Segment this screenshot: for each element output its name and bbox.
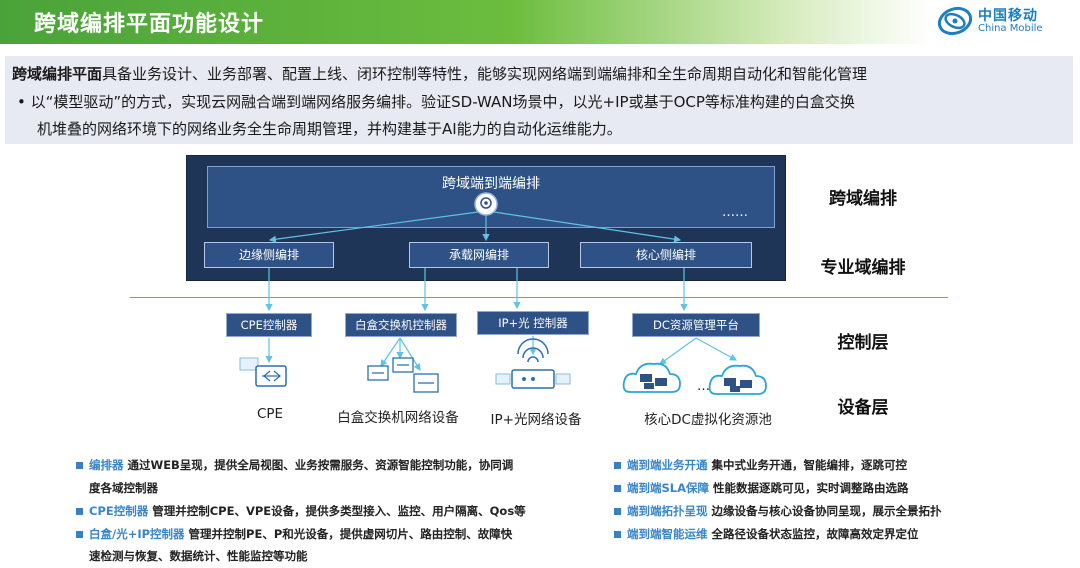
bullet-right-2-text: 性能数据逐跳可见，实时调整路由选路 bbox=[709, 481, 909, 495]
bullet-right-3-text: 边缘设备与核心设备协同呈现，展示全景拓扑 bbox=[707, 504, 942, 518]
bullet-square bbox=[76, 462, 83, 469]
diagram-connectors bbox=[239, 192, 767, 395]
cpe-device-icon bbox=[239, 357, 287, 387]
bullet-left-3-text: 管理并控制CPE、VPE设备，提供多类型接入、监控、用户隔离、Qos等 bbox=[148, 504, 526, 518]
bullet-square bbox=[614, 462, 621, 469]
bullet-left-2: 度各域控制器 bbox=[89, 480, 158, 496]
bullet-square bbox=[614, 508, 621, 515]
bullet-square bbox=[76, 531, 83, 538]
bullet-left-1-key: 编排器 bbox=[89, 458, 124, 472]
bullet-right-2: 端到端SLA保障 性能数据逐跳可见，实时调整路由选路 bbox=[627, 480, 909, 496]
bullet-left-4-key: 白盒/光+IP控制器 bbox=[89, 527, 185, 541]
bullet-left-1: 编排器 通过WEB呈现，提供全局视图、业务按需服务、资源智能控制功能，协同调 bbox=[89, 457, 513, 473]
bullet-right-1-text: 集中式业务开通，智能编排，逐跳可控 bbox=[707, 458, 908, 472]
controller-links bbox=[265, 268, 688, 312]
bullet-right-4: 端到端智能运维 全路径设备状态监控，故障高效定界定位 bbox=[627, 526, 919, 542]
dc-cloud-icon-1 bbox=[622, 362, 681, 393]
dc-cloud-icon-2 bbox=[708, 364, 767, 395]
bullet-left-5: 速检测与恢复、数据统计、性能监控等功能 bbox=[89, 548, 308, 564]
bullet-right-1-key: 端到端业务开通 bbox=[627, 458, 708, 472]
bullet-right-1: 端到端业务开通 集中式业务开通，智能编排，逐跳可控 bbox=[627, 457, 907, 473]
bullet-left-1-text: 通过WEB呈现，提供全局视图、业务按需服务、资源智能控制功能，协同调 bbox=[123, 458, 514, 472]
bullet-right-4-key: 端到端智能运维 bbox=[627, 527, 708, 541]
bullet-right-3: 端到端拓扑呈现 边缘设备与核心设备协同呈现，展示全景拓扑 bbox=[627, 503, 942, 519]
bullet-left-4: 白盒/光+IP控制器 管理并控制PE、P和光设备，提供虚网切片、路由控制、故障快 bbox=[89, 526, 512, 542]
orchestrator-links bbox=[268, 211, 682, 243]
ai-brain-icon bbox=[474, 192, 498, 216]
bullet-right-3-key: 端到端拓扑呈现 bbox=[627, 504, 708, 518]
device-links bbox=[265, 336, 738, 372]
bullet-square bbox=[614, 485, 621, 492]
bullet-left-3-key: CPE控制器 bbox=[89, 504, 149, 518]
whitebox-switch-icons bbox=[367, 357, 439, 393]
bullet-right-2-key: 端到端SLA保障 bbox=[627, 481, 710, 495]
bullet-left-5-text: 速检测与恢复、数据统计、性能监控等功能 bbox=[89, 549, 308, 563]
bullet-square bbox=[76, 508, 83, 515]
bullet-left-4-text: 管理并控制PE、P和光设备，提供虚网切片、路由控制、故障快 bbox=[184, 527, 513, 541]
bullet-left-2-text: 度各域控制器 bbox=[89, 481, 158, 495]
bullet-square bbox=[614, 531, 621, 538]
bullet-right-4-text: 全路径设备状态监控，故障高效定界定位 bbox=[707, 527, 919, 541]
bullet-left-3: CPE控制器 管理并控制CPE、VPE设备，提供多类型接入、监控、用户隔离、Qo… bbox=[89, 503, 526, 519]
